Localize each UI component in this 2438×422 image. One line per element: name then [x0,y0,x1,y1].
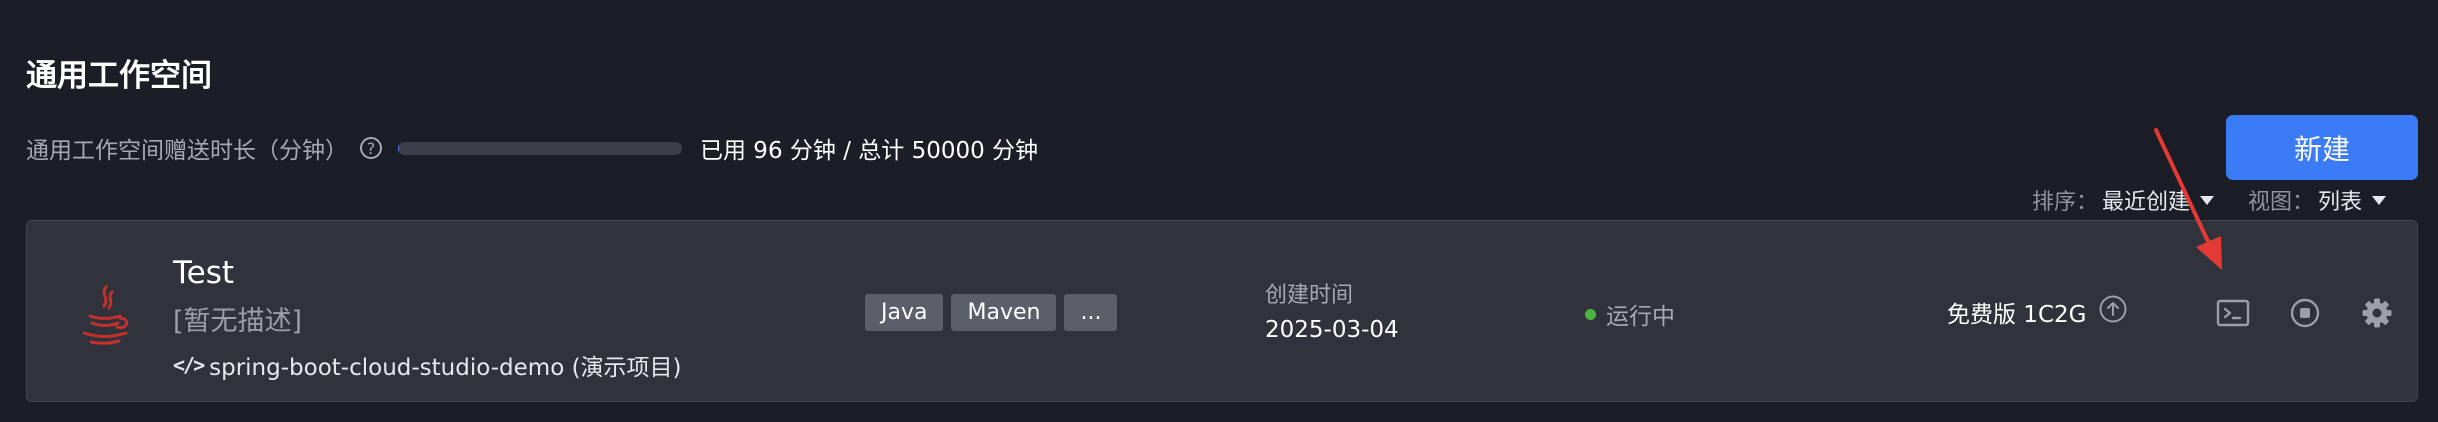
tag-more[interactable]: ... [1064,294,1118,331]
view-dropdown[interactable]: 视图： 列表 [2248,184,2386,216]
stop-circle-icon[interactable] [2285,293,2325,333]
status-dot [1585,308,1596,320]
created-time-value: 2025-03-04 [1265,317,1399,343]
list-controls: 排序： 最近创建 视图： 列表 [2032,184,2386,216]
workspace-name[interactable]: Test [173,255,234,291]
caret-down-icon [2372,195,2386,205]
repo-link[interactable]: </> spring-boot-cloud-studio-demo (演示项目) [173,348,682,382]
caret-down-icon [2199,195,2214,205]
question-circle-icon[interactable]: ? [360,137,382,159]
code-icon: </> [173,353,205,377]
tech-tags: Java Maven ... [865,294,1125,331]
new-workspace-button[interactable]: 新建 [2226,115,2418,180]
workspace-description: [暂无描述] [173,306,303,337]
sort-dropdown[interactable]: 排序： 最近创建 [2032,184,2214,216]
created-time-label: 创建时间 [1265,283,1354,308]
tag-java: Java [865,294,944,331]
terminal-icon[interactable] [2213,293,2253,333]
gear-icon[interactable] [2357,293,2397,333]
quota-label: 通用工作空间赠送时长（分钟） [26,138,348,164]
workspace-actions [2213,293,2397,333]
quota-progress-fill [398,141,399,155]
view-value: 列表 [2317,190,2362,215]
status-text: 运行中 [1606,304,1675,330]
quota-progress-bar [398,141,682,155]
repo-name: spring-boot-cloud-studio-demo (演示项目) [209,355,682,381]
sort-value: 最近创建 [2101,190,2190,215]
tag-maven: Maven [951,294,1057,331]
plan-info: 免费版 1C2G [1947,294,2128,330]
status-indicator: 运行中 [1585,297,1675,331]
quota-row: 通用工作空间赠送时长（分钟） ? 已用 96 分钟 / 总计 50000 分钟 [26,128,1038,168]
java-icon [79,283,131,353]
page-title: 通用工作空间 [26,58,212,94]
quota-usage-text: 已用 96 分钟 / 总计 50000 分钟 [700,138,1039,164]
view-label: 视图： [2247,190,2314,215]
workspace-card[interactable]: Test [暂无描述] </> spring-boot-cloud-studio… [26,220,2418,402]
plan-text: 免费版 1C2G [1947,302,2087,328]
sort-label: 排序： [2031,190,2098,215]
upgrade-arrow-icon[interactable] [2098,294,2128,330]
